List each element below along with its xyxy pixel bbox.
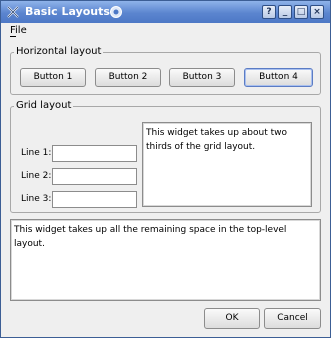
- line-1-input[interactable]: [52, 145, 137, 162]
- button-2[interactable]: Button 2: [95, 68, 161, 87]
- help-button[interactable]: ?: [262, 5, 276, 19]
- button-3[interactable]: Button 3: [169, 68, 235, 87]
- line-2-input[interactable]: [52, 168, 137, 185]
- close-button[interactable]: ×: [310, 5, 324, 19]
- menu-bar: File: [1, 23, 330, 41]
- app-icon[interactable]: [6, 5, 20, 19]
- mnemonic-underline: [10, 36, 16, 37]
- grid-group-title: Grid layout: [14, 100, 74, 111]
- line-2-label: Line 2:: [21, 171, 52, 181]
- line-1-label: Line 1:: [21, 148, 52, 158]
- line-3-input[interactable]: [52, 191, 137, 208]
- cancel-button[interactable]: Cancel: [264, 308, 321, 329]
- minimize-button[interactable]: _: [278, 5, 292, 19]
- ok-button[interactable]: OK: [204, 308, 260, 329]
- title-bar[interactable]: Basic Layouts ? _ □ ×: [1, 1, 330, 23]
- button-1[interactable]: Button 1: [20, 68, 86, 87]
- grid-layout-group: Grid layout Line 1: Line 2: Line 3: This…: [10, 100, 321, 213]
- kde-logo-icon: [110, 6, 122, 18]
- main-text-area[interactable]: This widget takes up all the remaining s…: [10, 219, 321, 301]
- grid-text-area[interactable]: This widget takes up about two thirds of…: [142, 122, 312, 207]
- horizontal-group-title: Horizontal layout: [14, 46, 104, 57]
- window-title: Basic Layouts: [25, 5, 110, 18]
- horizontal-layout-group: Horizontal layout Button 1 Button 2 Butt…: [10, 46, 321, 95]
- line-3-label: Line 3:: [21, 194, 52, 204]
- button-4[interactable]: Button 4: [244, 68, 313, 87]
- menu-file[interactable]: File: [10, 25, 27, 36]
- main-window: Basic Layouts ? _ □ × File Horizontal la…: [0, 0, 331, 338]
- maximize-button[interactable]: □: [294, 5, 308, 19]
